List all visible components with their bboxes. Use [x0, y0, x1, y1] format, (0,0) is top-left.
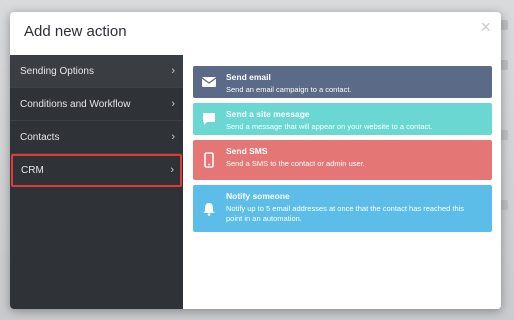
action-description: Notify up to 5 email addresses at once t…: [226, 204, 465, 223]
modal-header: Add new action ×: [10, 12, 501, 54]
sidebar-item-label: Sending Options: [20, 66, 94, 77]
action-title: Send email: [226, 72, 271, 82]
chat-bubble-icon: [203, 113, 215, 125]
action-list: Send email Send an email campaign to a c…: [183, 55, 501, 309]
envelope-icon: [201, 77, 217, 87]
close-button[interactable]: ×: [480, 18, 491, 36]
sidebar-item-label: Conditions and Workflow: [20, 99, 131, 110]
sidebar: Sending Options › Conditions and Workflo…: [10, 55, 183, 309]
action-notify-someone[interactable]: Notify someone Notify up to 5 email addr…: [193, 185, 492, 232]
sidebar-item-conditions-and-workflow[interactable]: Conditions and Workflow ›: [10, 88, 183, 121]
sidebar-item-label: CRM: [21, 165, 44, 176]
chevron-right-icon: ›: [171, 65, 175, 77]
action-title: Send a site message: [226, 109, 310, 119]
action-send-email[interactable]: Send email Send an email campaign to a c…: [193, 66, 492, 98]
sidebar-item-crm[interactable]: CRM ›: [11, 154, 182, 187]
action-title: Notify someone: [226, 191, 290, 201]
add-action-modal: Add new action × Sending Options › Condi…: [10, 12, 501, 309]
sidebar-item-sending-options[interactable]: Sending Options ›: [10, 55, 183, 88]
chevron-right-icon: ›: [170, 164, 174, 176]
mobile-phone-icon: [204, 152, 214, 168]
action-description: Send a SMS to the contact or admin user.: [226, 159, 365, 168]
action-description: Send a message that will appear on your …: [226, 122, 433, 131]
modal-title: Add new action: [24, 23, 127, 40]
sidebar-item-label: Contacts: [20, 132, 60, 143]
chevron-right-icon: ›: [171, 98, 175, 110]
bell-icon: [203, 202, 215, 216]
action-title: Send SMS: [226, 146, 268, 156]
chevron-right-icon: ›: [171, 131, 175, 143]
action-send-site-message[interactable]: Send a site message Send a message that …: [193, 103, 492, 135]
action-send-sms[interactable]: Send SMS Send a SMS to the contact or ad…: [193, 140, 492, 180]
sidebar-item-contacts[interactable]: Contacts ›: [10, 121, 183, 154]
action-description: Send an email campaign to a contact.: [226, 85, 352, 94]
